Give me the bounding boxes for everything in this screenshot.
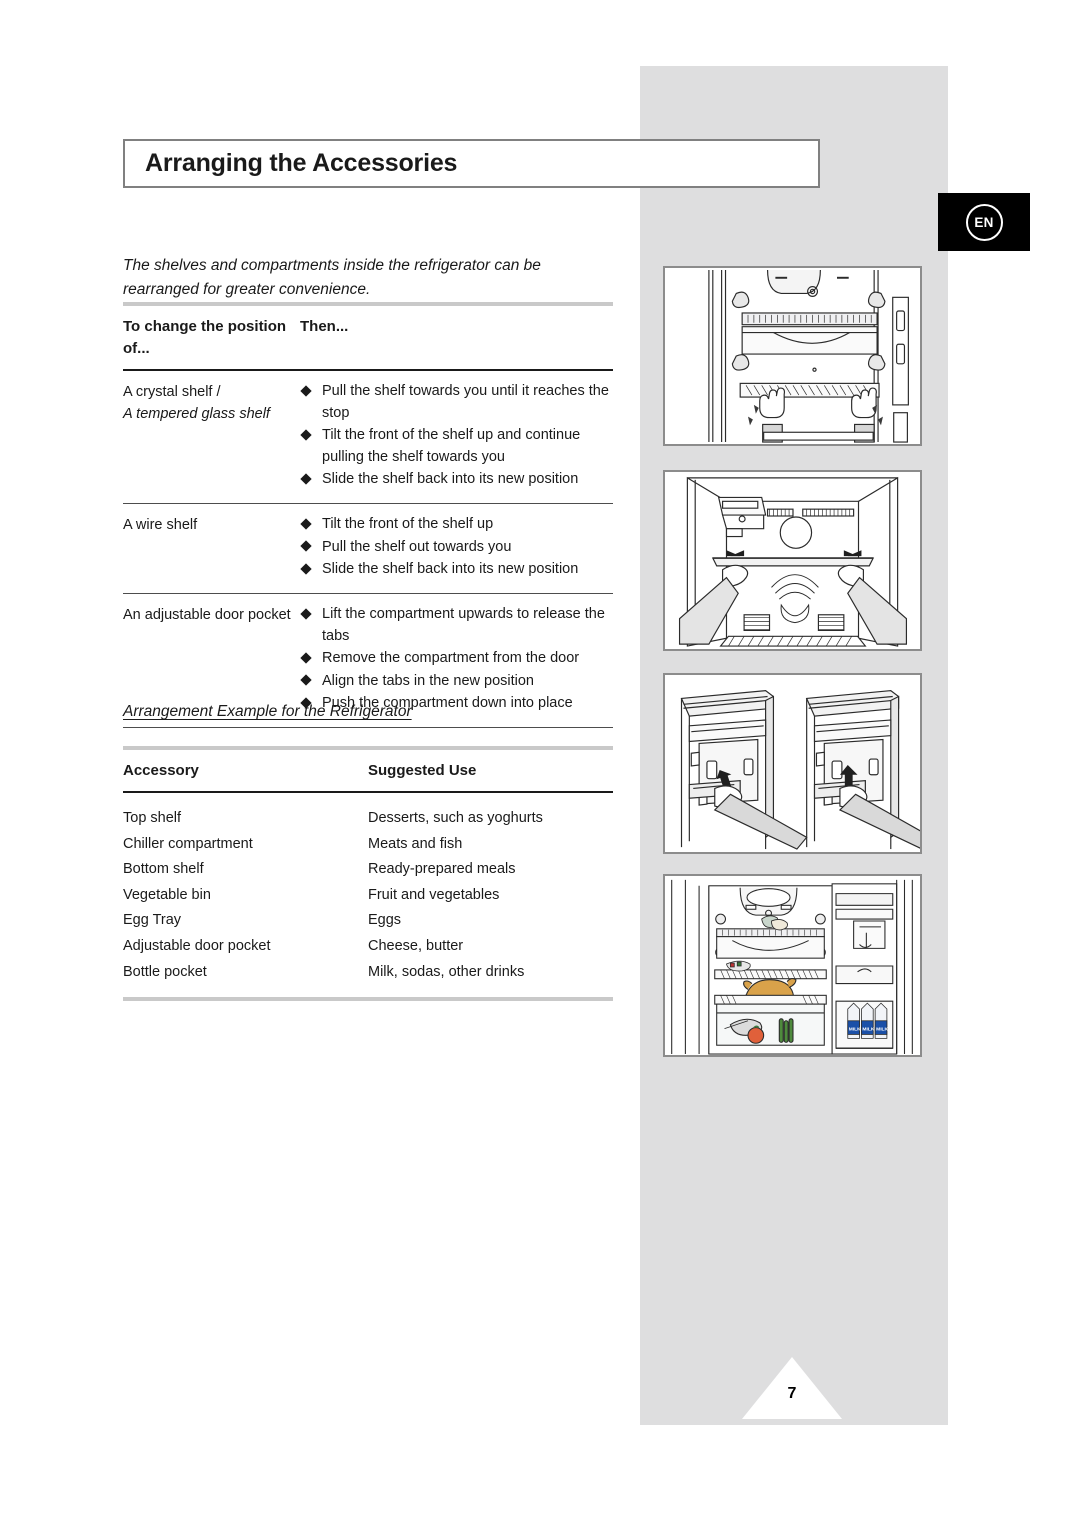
accessory-table-header-accessory: Accessory: [123, 762, 199, 779]
section-subheading: Arrangement Example for the Refrigerator: [123, 703, 412, 720]
table-bottom-rule: [123, 726, 613, 728]
position-table: To change the position of... Then... A c…: [123, 302, 613, 728]
list-item-label: Slide the shelf back into its new positi…: [322, 561, 579, 577]
list-item: Tilt the front of the shelf up and conti…: [300, 425, 613, 468]
row-accessory: An adjustable door pocket: [123, 604, 300, 626]
language-badge: EN: [938, 193, 1030, 251]
wire-shelf-diagram-icon: [667, 473, 918, 648]
row-use: Eggs: [368, 912, 402, 929]
list-item: Slide the shelf back into its new positi…: [300, 469, 613, 491]
diamond-bullet-icon: [300, 562, 312, 575]
row-use: Meats and fish: [368, 835, 463, 852]
accessory-table: Accessory Suggested Use Top shelf Desser…: [123, 746, 613, 1002]
row-accessory: Egg Tray: [123, 912, 182, 929]
row-accessory-line1: A crystal shelf /: [123, 384, 221, 400]
door-pocket-diagram-icon: [667, 676, 920, 851]
row-accessory: Vegetable bin: [123, 886, 211, 903]
diamond-bullet-icon: [300, 674, 312, 686]
table-row: Chiller compartment Meats and fish: [123, 832, 613, 858]
row-accessory-line2: A tempered glass shelf: [123, 406, 270, 422]
stocked-refrigerator-diagram-icon: MILK MILK MILK: [665, 876, 920, 1055]
row-use: Fruit and vegetables: [368, 886, 500, 903]
row-accessory: Bottle pocket: [123, 963, 207, 980]
list-item-label: Slide the shelf back into its new positi…: [322, 471, 579, 487]
list-item: Tilt the front of the shelf up: [300, 514, 613, 536]
row-steps: Lift the compartment upwards to release …: [300, 604, 613, 716]
table-row: A wire shelf Tilt the front of the shelf…: [123, 504, 613, 593]
accessory-table-header-use: Suggested Use: [368, 762, 477, 779]
diamond-bullet-icon: [300, 428, 312, 441]
diamond-bullet-icon: [300, 517, 312, 530]
crystal-shelf-diagram-icon: [669, 269, 916, 443]
position-table-header-accessory: To change the position of...: [123, 318, 287, 357]
table-row: A crystal shelf / A tempered glass shelf…: [123, 371, 613, 503]
list-item-label: Tilt the front of the shelf up: [322, 516, 494, 532]
list-item: Slide the shelf back into its new positi…: [300, 559, 613, 581]
row-accessory: A wire shelf: [123, 514, 300, 536]
row-accessory: Top shelf: [123, 810, 182, 826]
table-row: Bottle pocket Milk, sodas, other drinks: [123, 960, 613, 986]
diamond-bullet-icon: [300, 384, 312, 397]
accessory-table-header: Accessory Suggested Use: [123, 750, 613, 791]
list-item-label: Remove the compartment from the door: [322, 650, 580, 666]
list-item-label: Tilt the front of the shelf up and conti…: [322, 427, 581, 465]
position-table-header: To change the position of... Then...: [123, 306, 613, 369]
svg-text:MILK: MILK: [862, 1027, 874, 1033]
table-row: Top shelf Desserts, such as yoghurts: [123, 806, 613, 832]
list-item-label: Pull the shelf out towards you: [322, 538, 512, 555]
row-use: Ready-prepared meals: [368, 861, 516, 878]
list-item: Lift the compartment upwards to release …: [300, 604, 613, 647]
diamond-bullet-icon: [300, 651, 312, 664]
table-row: Bottom shelf Ready-prepared meals: [123, 857, 613, 883]
row-steps: Pull the shelf towards you until it reac…: [300, 381, 613, 492]
diamond-bullet-icon: [300, 540, 312, 552]
row-accessory: A crystal shelf / A tempered glass shelf: [123, 381, 300, 425]
list-item-label: Lift the compartment upwards to release …: [322, 606, 605, 644]
accessory-table-body: Top shelf Desserts, such as yoghurts Chi…: [123, 793, 613, 997]
row-use: Cheese, butter: [368, 937, 464, 954]
list-item: Pull the shelf out towards you: [300, 537, 613, 559]
table-row: Adjustable door pocket Cheese, butter: [123, 934, 613, 960]
list-item-label: Pull the shelf towards you until it reac…: [322, 383, 609, 421]
row-accessory: Adjustable door pocket: [123, 937, 271, 954]
list-item: Pull the shelf towards you until it reac…: [300, 381, 613, 424]
row-accessory: Bottom shelf: [123, 861, 204, 878]
page-title: Arranging the Accessories: [145, 149, 458, 177]
row-accessory-line1: A wire shelf: [123, 517, 198, 533]
illustration-wire-shelf-removal: [663, 470, 922, 651]
page-title-box: Arranging the Accessories: [123, 139, 820, 188]
language-badge-label: EN: [965, 203, 1003, 241]
list-item: Align the tabs in the new position: [300, 671, 613, 693]
table-row: Egg Tray Eggs: [123, 908, 613, 934]
svg-text:MILK: MILK: [876, 1027, 888, 1033]
position-table-header-action: Then...: [300, 318, 349, 335]
intro-paragraph: The shelves and compartments inside the …: [123, 256, 541, 298]
illustration-door-pocket-removal: [663, 673, 922, 854]
diamond-bullet-icon: [300, 472, 312, 485]
row-steps: Tilt the front of the shelf up Pull the …: [300, 514, 613, 582]
table-bottom-rule: [123, 997, 613, 1002]
table-row: Vegetable bin Fruit and vegetables: [123, 883, 613, 909]
illustration-crystal-shelf-removal: [663, 266, 922, 446]
row-accessory-line1: An adjustable door pocket: [123, 607, 291, 623]
illustration-stocked-refrigerator-example: MILK MILK MILK: [663, 874, 922, 1057]
svg-text:MILK: MILK: [849, 1027, 861, 1033]
diamond-bullet-icon: [300, 607, 312, 620]
page-number: 7: [742, 1357, 842, 1419]
list-item-label: Align the tabs in the new position: [322, 672, 534, 689]
row-use: Milk, sodas, other drinks: [368, 963, 525, 980]
row-accessory: Chiller compartment: [123, 835, 253, 852]
row-use: Desserts, such as yoghurts: [368, 810, 543, 826]
page-number-label: 7: [787, 1385, 797, 1402]
list-item: Remove the compartment from the door: [300, 648, 613, 670]
